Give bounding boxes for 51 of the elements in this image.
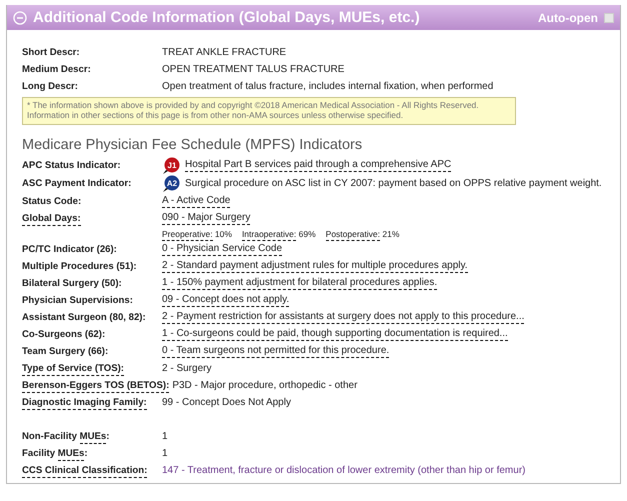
indicator-badge: A2 bbox=[162, 174, 180, 193]
field-label: Type of Service (TOS): bbox=[22, 362, 126, 374]
field-value[interactable]: A - Active Code bbox=[162, 194, 230, 208]
field-value[interactable]: 2 - Standard payment adjustment rules for multiple procedures apply. bbox=[162, 260, 468, 273]
field-value: 2 - Surgery bbox=[162, 362, 212, 374]
field-value[interactable]: 09 - Concept does not apply. bbox=[162, 294, 290, 307]
field-label: Co-Surgeons (62): bbox=[22, 328, 106, 340]
copyright-notice: * The information shown above is provided by and copyright ©2018 American Medical Association - All Rights Reserved. Information in other sections of this page is from other non-AMA sources unless otherwise specified. bbox=[22, 97, 516, 125]
field-value[interactable]: 2 - Payment restriction for assistants at surgery does not apply to this procedure... bbox=[162, 310, 524, 324]
period-percentage: Postoperative: 21% bbox=[326, 228, 400, 239]
field-value: TREAT ANKLE FRACTURE bbox=[162, 47, 286, 58]
field-value: P3D - Major procedure, orthopedic - other bbox=[172, 380, 358, 391]
collapse-icon[interactable] bbox=[13, 10, 27, 24]
field-label: Global Days: bbox=[22, 212, 82, 224]
field-value: 1 bbox=[162, 448, 168, 459]
auto-open-checkbox[interactable] bbox=[604, 12, 614, 22]
section-title: Medicare Physician Fee Schedule (MPFS) Indicators bbox=[22, 136, 364, 153]
field-value: OPEN TREATMENT TALUS FRACTURE bbox=[162, 64, 344, 75]
period-percentage: Preoperative: 10% bbox=[162, 228, 232, 239]
field-label: ASC Payment Indicator: bbox=[22, 178, 132, 190]
field-label: Long Descr: bbox=[22, 81, 79, 92]
field-value[interactable]: 1 - 150% payment adjustment for bilateral procedures applies. bbox=[162, 276, 438, 290]
field-label: PC/TC Indicator (26): bbox=[22, 244, 118, 255]
field-value: Open treatment of talus fracture, includes internal fixation, when performed bbox=[162, 81, 494, 92]
field-label: Short Descr: bbox=[22, 47, 81, 58]
field-label: Diagnostic Imaging Family: bbox=[22, 396, 148, 408]
auto-open-label: Auto-open bbox=[538, 10, 598, 24]
field-label: Multiple Procedures (51): bbox=[22, 260, 138, 272]
field-label: Assistant Surgeon (80, 82): bbox=[22, 312, 147, 323]
indicator-badge: J1 bbox=[162, 156, 180, 175]
field-label: Status Code: bbox=[22, 196, 82, 207]
field-label: CCS Clinical Classification: bbox=[22, 464, 148, 476]
field-value[interactable]: 090 - Major Surgery bbox=[162, 212, 250, 225]
field-value: 99 - Concept Does Not Apply bbox=[162, 396, 291, 408]
field-value: 1 bbox=[162, 430, 168, 442]
field-label: Physician Supervisions: bbox=[22, 294, 134, 306]
field-label: Berenson-Eggers TOS (BETOS): bbox=[22, 380, 170, 391]
field-value[interactable]: 0 - Team surgeons not permitted for this procedure. bbox=[162, 344, 390, 358]
field-label: Facility MUEs: bbox=[22, 448, 89, 459]
field-label: Non-Facility MUEs: bbox=[22, 430, 110, 442]
field-value: Surgical procedure on ASC list in CY 2007: payment based on OPPS relative payment weight. bbox=[185, 178, 602, 190]
field-label: Bilateral Surgery (50): bbox=[22, 278, 123, 289]
period-percentage: Intraoperative: 69% bbox=[242, 228, 316, 239]
field-value[interactable]: 1 - Co-surgeons could be paid, though supporting documentation is required... bbox=[162, 328, 508, 341]
field-value[interactable]: Hospital Part B services paid through a comprehensive APC bbox=[185, 159, 452, 172]
field-label: Team Surgery (66): bbox=[22, 346, 110, 357]
field-value: 147 - Treatment, fracture or dislocation of lower extremity (other than hip or femur) bbox=[162, 464, 526, 476]
field-value[interactable]: 0 - Physician Service Code bbox=[162, 242, 282, 256]
field-label: APC Status Indicator: bbox=[22, 160, 122, 172]
panel-title: Additional Code Information (Global Days, MUEs, etc.) bbox=[33, 9, 421, 26]
field-label: Medium Descr: bbox=[22, 64, 92, 75]
